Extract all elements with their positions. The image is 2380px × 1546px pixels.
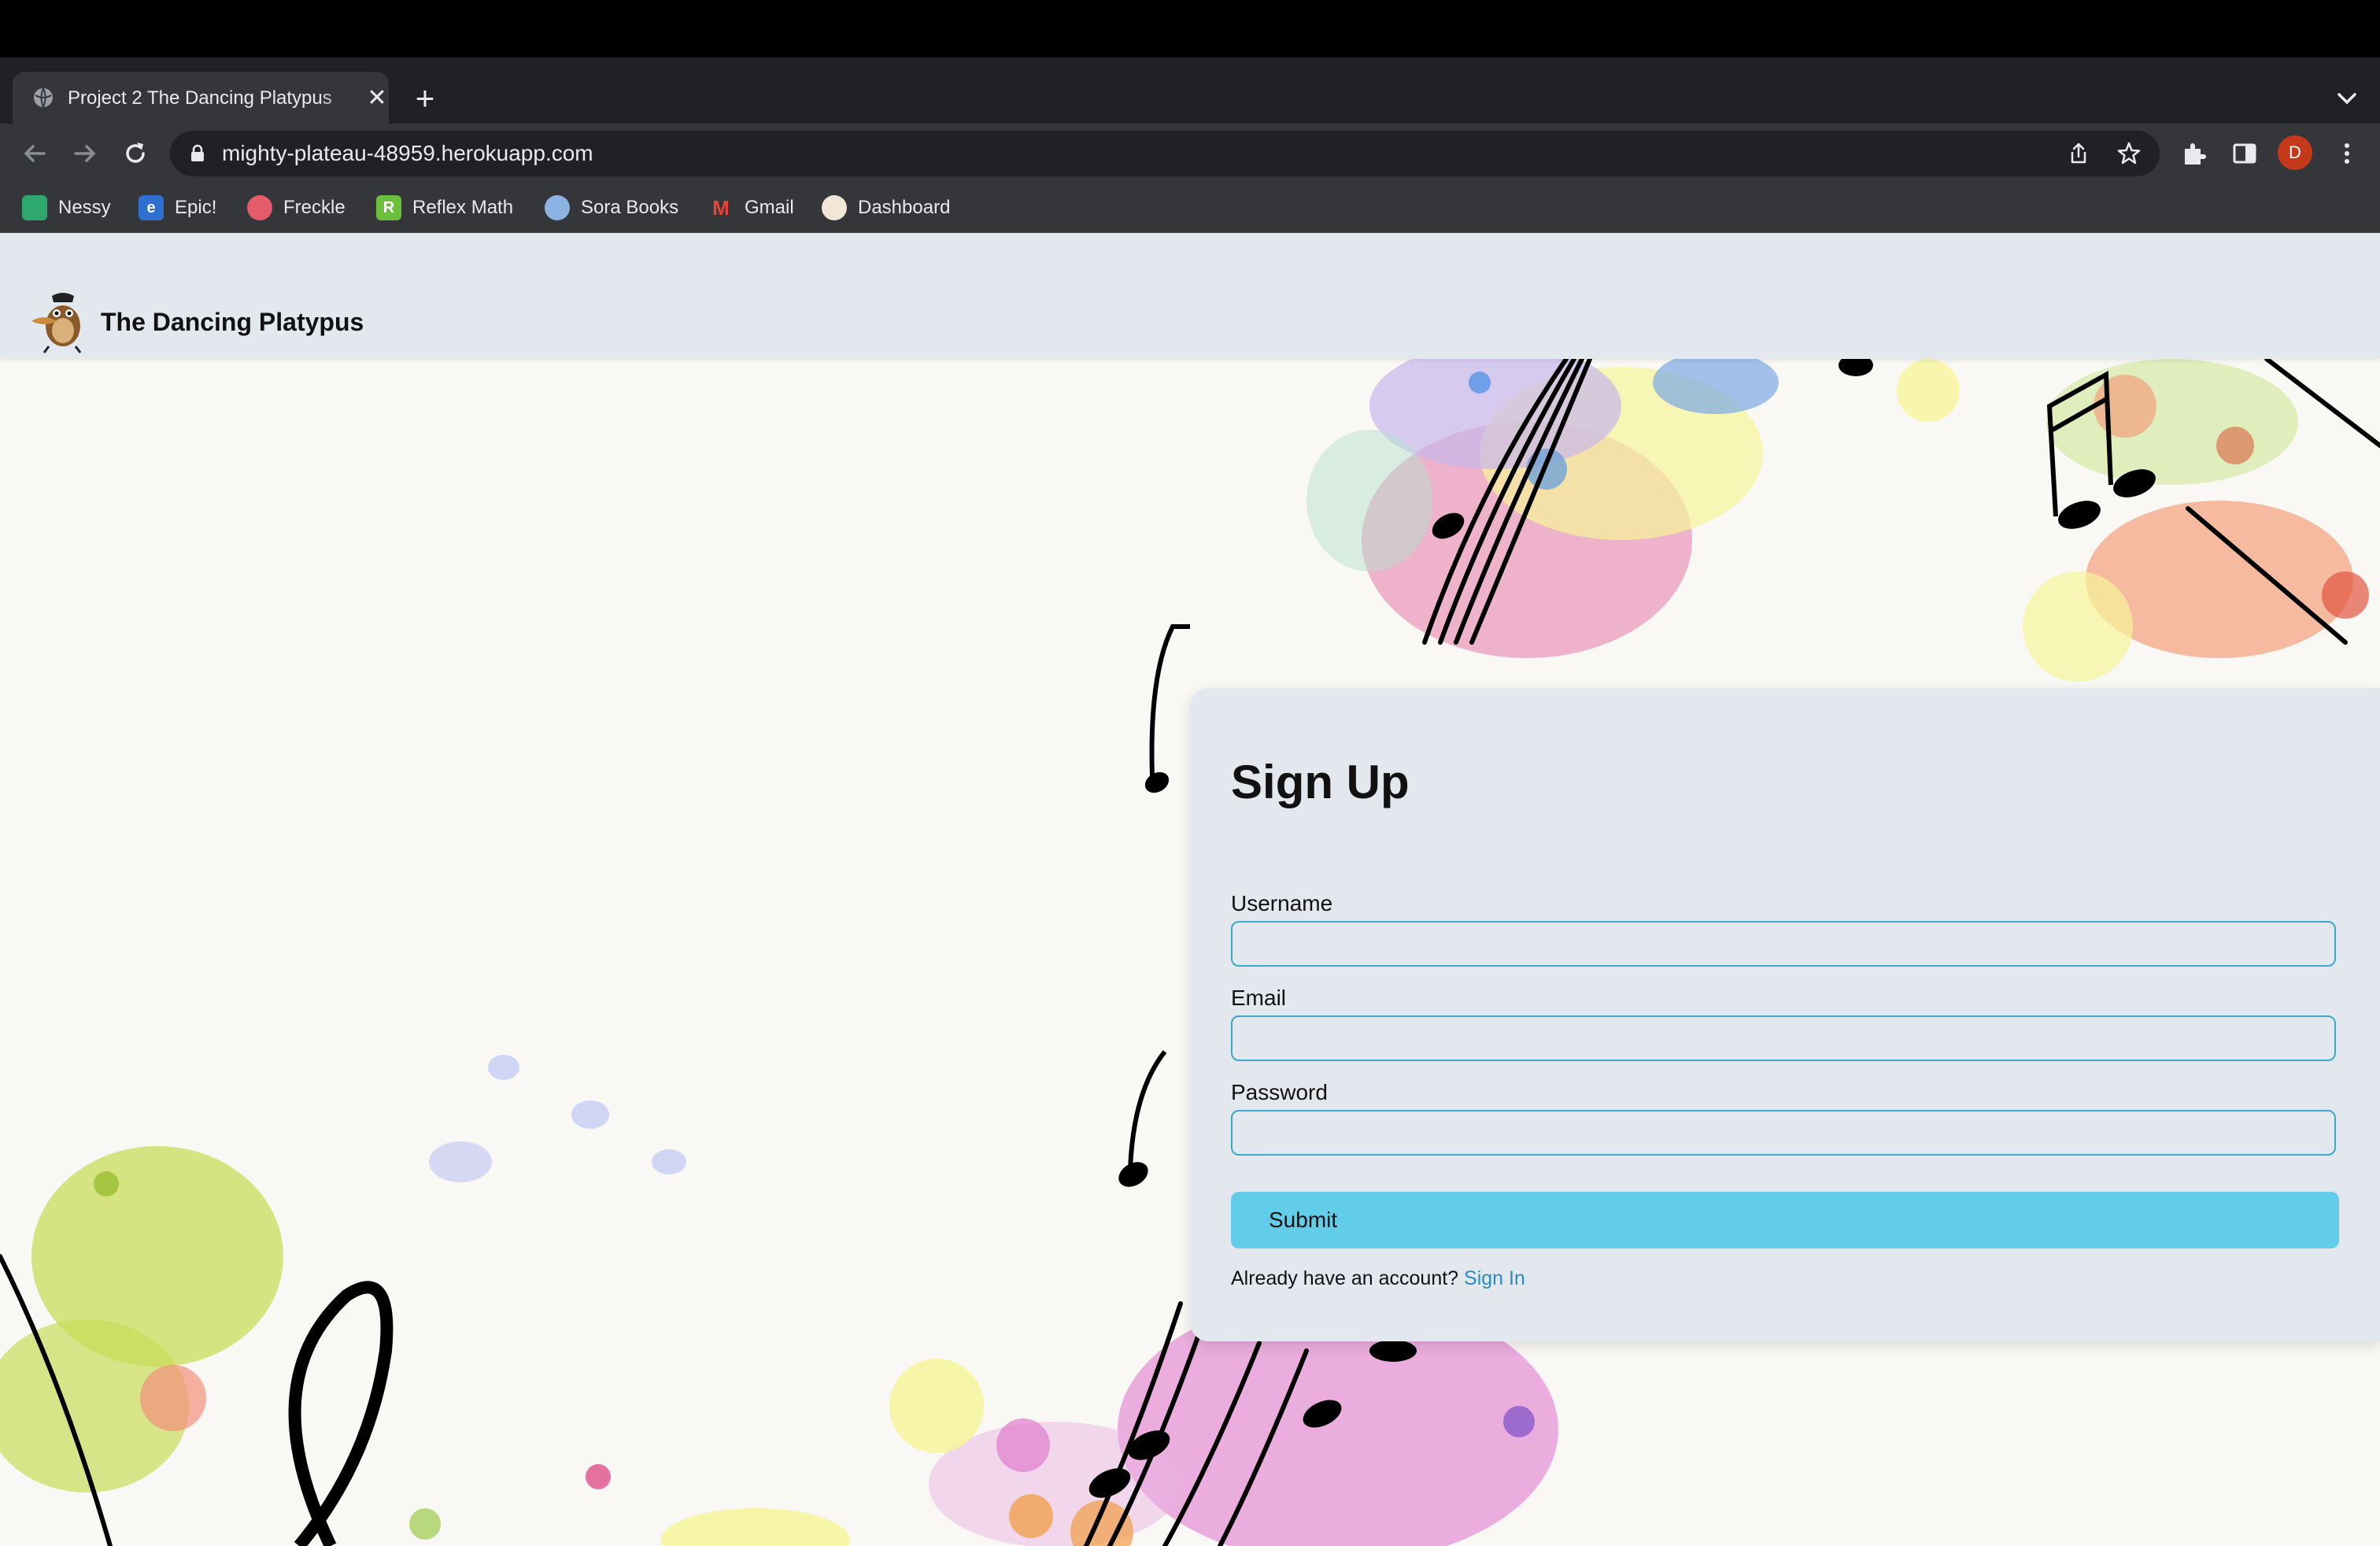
side-panel-icon[interactable] xyxy=(2229,138,2260,169)
lock-icon[interactable] xyxy=(187,143,208,164)
reflex-math-icon: R xyxy=(376,195,401,220)
bookmark-label: Dashboard xyxy=(858,197,951,218)
signup-title: Sign Up xyxy=(1231,756,1410,808)
bookmark-label: Nessy xyxy=(58,197,111,218)
signin-link[interactable]: Sign In xyxy=(1464,1267,1525,1289)
bookmark-label: Epic! xyxy=(175,197,217,218)
account-prompt: Already have an account? xyxy=(1231,1267,1465,1289)
dashboard-icon xyxy=(822,195,847,220)
username-input[interactable] xyxy=(1231,921,2336,967)
email-input[interactable] xyxy=(1231,1015,2336,1061)
bookmark-nessy[interactable]: Nessy xyxy=(22,191,111,224)
more-menu-icon[interactable] xyxy=(2331,138,2363,169)
username-label: Username xyxy=(1231,891,1333,915)
tab-strip: Project 2 The Dancing Platypus ✕ + xyxy=(0,57,2380,124)
forward-icon[interactable] xyxy=(68,136,102,171)
share-icon[interactable] xyxy=(2065,140,2092,167)
site-brand[interactable]: The Dancing Platypus xyxy=(101,305,364,338)
bookmark-sora-books[interactable]: Sora Books xyxy=(545,191,678,224)
submit-button[interactable]: Submit xyxy=(1231,1192,2339,1248)
bookmark-freckle[interactable]: Freckle xyxy=(247,191,346,224)
web-page: The Dancing Platypus Sign Up Username Em… xyxy=(0,233,2380,1546)
freckle-icon xyxy=(247,195,272,220)
address-bar[interactable]: mighty-plateau-48959.herokuapp.com xyxy=(170,131,2160,176)
bookmark-star-icon[interactable] xyxy=(2116,140,2142,167)
globe-icon xyxy=(34,87,53,108)
bookmark-dashboard[interactable]: Dashboard xyxy=(822,191,950,224)
password-label: Password xyxy=(1231,1080,1328,1104)
gmail-icon: M xyxy=(712,196,730,220)
bookmark-epic[interactable]: e Epic! xyxy=(139,191,216,224)
reload-icon[interactable] xyxy=(118,136,153,171)
bookmark-reflex-math[interactable]: R Reflex Math xyxy=(376,191,513,224)
bookmark-label: Freckle xyxy=(283,197,346,218)
signup-card: Sign Up Username Email Password Submit A… xyxy=(1190,688,2380,1341)
epic-icon: e xyxy=(139,195,164,220)
close-tab-icon[interactable]: ✕ xyxy=(364,85,390,112)
email-label: Email xyxy=(1231,986,1287,1010)
profile-avatar[interactable]: D xyxy=(2278,135,2312,170)
bookmark-gmail[interactable]: M Gmail xyxy=(708,191,794,224)
sora-books-icon xyxy=(545,195,570,220)
signin-prompt-row: Already have an account? Sign In xyxy=(1231,1264,1525,1293)
tab-search-chevron-icon[interactable] xyxy=(2330,81,2364,116)
back-icon[interactable] xyxy=(17,136,52,171)
site-navbar: The Dancing Platypus xyxy=(0,233,2380,359)
bookmark-label: Sora Books xyxy=(581,197,679,218)
tab-title: Project 2 The Dancing Platypus xyxy=(68,87,332,109)
bookmark-label: Reflex Math xyxy=(412,197,514,218)
new-tab-button[interactable]: + xyxy=(408,81,442,116)
bookmark-label: Gmail xyxy=(745,197,794,218)
password-input[interactable] xyxy=(1231,1110,2336,1156)
browser-tab[interactable]: Project 2 The Dancing Platypus ✕ xyxy=(13,72,389,124)
browser-toolbar: mighty-plateau-48959.herokuapp.com D xyxy=(0,124,2380,183)
url-text: mighty-plateau-48959.herokuapp.com xyxy=(222,141,593,165)
bookmarks-bar: Nessy e Epic! Freckle R Reflex Math Sora… xyxy=(0,183,2380,233)
system-menu-bar xyxy=(0,0,2380,57)
platypus-logo-icon[interactable] xyxy=(28,290,93,354)
tab-title-fade xyxy=(320,83,359,114)
extensions-icon[interactable] xyxy=(2179,138,2210,169)
nessy-icon xyxy=(22,195,47,220)
